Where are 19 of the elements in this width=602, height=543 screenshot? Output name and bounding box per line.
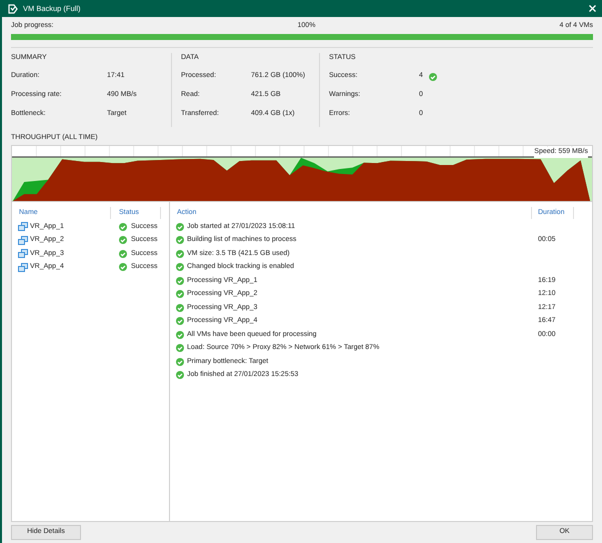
- check-icon: [429, 72, 437, 80]
- check-icon: [176, 276, 184, 285]
- check-icon: [176, 236, 184, 244]
- app-logo-icon: [8, 4, 18, 14]
- check-icon: [176, 250, 184, 258]
- check-icon: [119, 250, 127, 258]
- close-icon[interactable]: [589, 5, 596, 12]
- check-icon: [119, 263, 127, 272]
- check-icon: [176, 371, 184, 380]
- check-icon: [119, 222, 127, 231]
- check-icon: [176, 290, 184, 298]
- check-icon: [176, 330, 184, 339]
- check-icon: [176, 222, 184, 231]
- check-icon: [176, 263, 184, 272]
- check-icon: [176, 358, 184, 366]
- check-icon: [176, 344, 184, 352]
- check-icon: [176, 317, 184, 326]
- check-icon: [176, 304, 184, 312]
- check-icon: [119, 236, 127, 244]
